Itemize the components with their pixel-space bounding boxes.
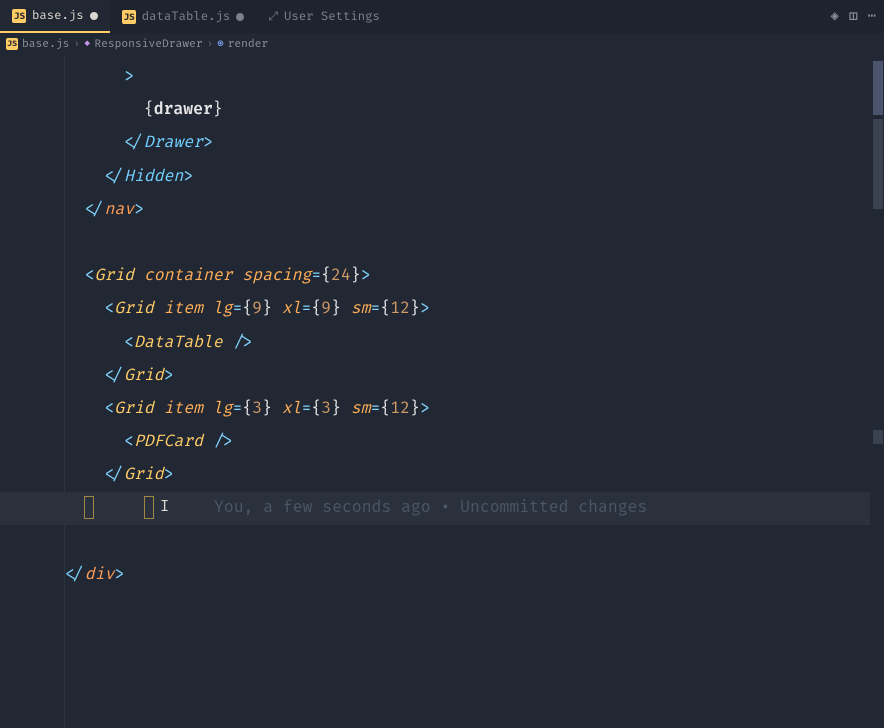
settings-icon: ⤢ [268,9,278,24]
breadcrumb-item[interactable]: render [228,38,269,51]
bracket-match-icon [144,496,154,519]
js-icon: JS [12,9,26,23]
dirty-dot-icon [236,13,244,21]
bracket-match-icon [84,496,94,519]
minimap-chunk [873,119,883,209]
chevron-right-icon: › [207,38,214,51]
tab-user-settings[interactable]: ⤢ User Settings [256,0,392,33]
minimap[interactable] [870,55,884,728]
breadcrumb-item[interactable]: ResponsiveDrawer [94,38,202,51]
dirty-dot-icon [90,12,98,20]
git-blame-inline: You, a few seconds ago • Uncommitted cha… [214,497,647,517]
js-icon: JS [6,38,18,50]
class-icon: ◆ [84,38,90,50]
split-editor-icon[interactable]: ◫ [849,8,858,25]
tab-base-js[interactable]: JS base.js [0,0,110,33]
minimap-chunk [873,430,883,444]
breadcrumb: JS base.js › ◆ ResponsiveDrawer › ◉ rend… [0,33,884,55]
minimap-chunk [873,61,883,115]
tab-datatable-js[interactable]: JS dataTable.js [110,0,257,33]
chevron-right-icon: › [73,38,80,51]
tab-label: dataTable.js [142,9,231,24]
tabs-bar: JS base.js JS dataTable.js ⤢ User Settin… [0,0,884,33]
tab-tool-icons: ◈ ◫ ⋯ [831,8,884,25]
indent-guide [64,55,65,728]
breadcrumb-item[interactable]: base.js [22,38,69,51]
method-icon: ◉ [217,38,223,50]
gutter [0,55,64,728]
compass-icon[interactable]: ◈ [831,8,839,25]
more-icon[interactable]: ⋯ [868,8,876,25]
code-area[interactable]: > {drawer} </Drawer> </Hidden> </nav> <G… [0,55,884,691]
text-cursor-icon: I [160,497,161,517]
editor[interactable]: You, a few seconds ago • Uncommitted cha… [0,55,884,728]
tab-label: User Settings [284,9,380,24]
tab-label: base.js [32,8,84,23]
js-icon: JS [122,10,136,24]
